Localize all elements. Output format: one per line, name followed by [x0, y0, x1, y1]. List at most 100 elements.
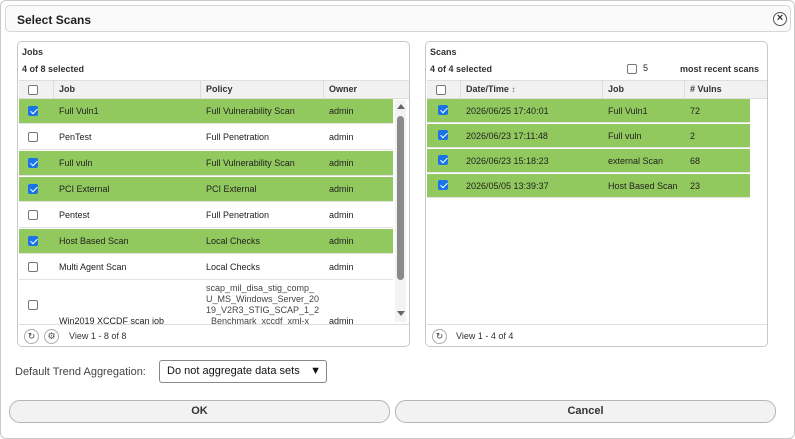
scans-pager-text: View 1 - 4 of 4: [456, 331, 514, 341]
scans-panel-title: Scans: [430, 47, 457, 57]
jobs-header-job[interactable]: Job: [54, 81, 201, 98]
most-recent-count: 5: [643, 63, 649, 73]
row-checkbox[interactable]: [28, 158, 38, 168]
row-checkbox[interactable]: [28, 210, 38, 220]
row-checkbox[interactable]: [28, 184, 38, 194]
row-checkbox[interactable]: [438, 130, 448, 140]
scan-job: Full Vuln1: [608, 106, 648, 116]
job-owner: admin: [329, 262, 354, 272]
settings-icon[interactable]: ⚙: [44, 329, 59, 344]
jobs-panel: Jobs 4 of 8 selected Job Policy Owner Fu…: [17, 41, 410, 347]
cancel-button[interactable]: Cancel: [395, 400, 776, 423]
refresh-icon[interactable]: ↻: [432, 329, 447, 344]
job-name: PCI External: [59, 184, 110, 194]
table-row[interactable]: Pentest Full Penetration admin: [19, 203, 393, 228]
job-owner: admin: [329, 236, 354, 246]
job-policy: Full Penetration: [206, 210, 270, 220]
scans-header-datetime[interactable]: Date/Time ↕: [461, 81, 603, 98]
dialog-title: Select Scans: [17, 13, 92, 27]
job-policy: Full Penetration: [206, 132, 270, 142]
job-owner: admin: [329, 106, 354, 116]
job-policy: Local Checks: [206, 236, 261, 246]
table-row[interactable]: PCI External PCI External admin: [19, 177, 393, 202]
job-policy: Full Vulnerability Scan: [206, 106, 295, 116]
table-row[interactable]: 2026/05/05 13:39:37 Host Based Scan 23: [427, 174, 750, 198]
most-recent-checkbox[interactable]: [627, 64, 637, 74]
scans-header-vulns[interactable]: # Vulns: [685, 81, 767, 98]
jobs-checkbox-column: [19, 81, 54, 98]
job-policy: Local Checks: [206, 262, 261, 272]
job-policy: Full Vulnerability Scan: [206, 158, 295, 168]
jobs-pager: ↻ ⚙ View 1 - 8 of 8: [19, 324, 409, 346]
scroll-down-icon[interactable]: [397, 311, 405, 316]
job-name: Pentest: [59, 210, 90, 220]
ok-button[interactable]: OK: [9, 400, 390, 423]
jobs-selected-count: 4 of 8 selected: [22, 64, 85, 74]
scroll-up-icon[interactable]: [397, 104, 405, 109]
row-checkbox[interactable]: [438, 155, 448, 165]
scan-datetime: 2026/05/05 13:39:37: [466, 181, 549, 191]
table-row[interactable]: Full Vuln1 Full Vulnerability Scan admin: [19, 99, 393, 124]
job-name: Full Vuln1: [59, 106, 99, 116]
scan-job: external Scan: [608, 156, 664, 166]
scan-vulns: 68: [690, 156, 701, 166]
scan-datetime: 2026/06/23 15:18:23: [466, 156, 549, 166]
scan-vulns: 2: [690, 131, 696, 141]
sort-icon[interactable]: ↕: [511, 85, 515, 94]
refresh-icon[interactable]: ↻: [24, 329, 39, 344]
scan-datetime: 2026/06/25 17:40:01: [466, 106, 549, 116]
job-policy: PCI External: [206, 184, 257, 194]
row-checkbox[interactable]: [28, 132, 38, 142]
table-row[interactable]: Win2019 XCCDF scan job scap_mil_disa_stig…: [19, 281, 393, 330]
row-checkbox[interactable]: [438, 105, 448, 115]
table-row[interactable]: 2026/06/25 17:40:01 Full Vuln1 72: [427, 99, 750, 123]
chevron-down-icon: ▼: [310, 365, 321, 377]
scans-grid-header: Date/Time ↕ Job # Vulns: [427, 80, 767, 99]
scans-pager: ↻ View 1 - 4 of 4: [427, 324, 767, 346]
close-icon[interactable]: ×: [773, 12, 787, 26]
job-owner: admin: [329, 132, 354, 142]
scan-job: Full vuln: [608, 131, 642, 141]
scan-vulns: 23: [690, 181, 701, 191]
trend-aggregation-select[interactable]: Do not aggregate data sets ▼: [159, 360, 327, 383]
job-name: Full vuln: [59, 158, 93, 168]
table-row[interactable]: Host Based Scan Local Checks admin: [19, 229, 393, 254]
row-checkbox[interactable]: [28, 262, 38, 272]
scan-job: Host Based Scan: [608, 181, 678, 191]
scans-selected-count: 4 of 4 selected: [430, 64, 493, 74]
trend-aggregation-value: Do not aggregate data sets: [167, 365, 300, 377]
job-owner: admin: [329, 158, 354, 168]
job-name: PenTest: [59, 132, 92, 142]
jobs-header-owner[interactable]: Owner: [324, 81, 394, 98]
most-recent-label: most recent scans: [680, 64, 760, 74]
scans-header-datetime-label: Date/Time: [466, 84, 509, 94]
scans-checkbox-column: [427, 81, 461, 98]
scan-datetime: 2026/06/23 17:11:48: [466, 131, 548, 141]
table-row[interactable]: Full vuln Full Vulnerability Scan admin: [19, 151, 393, 176]
jobs-panel-title: Jobs: [22, 47, 44, 57]
scan-vulns: 72: [690, 106, 701, 116]
job-policy: scap_mil_disa_stig_comp_U_MS_Windows_Ser…: [206, 283, 320, 326]
job-owner: admin: [329, 184, 354, 194]
scans-header-job[interactable]: Job: [603, 81, 685, 98]
trend-aggregation-label: Default Trend Aggregation:: [15, 366, 146, 378]
table-row[interactable]: 2026/06/23 17:11:48 Full vuln 2: [427, 124, 750, 148]
jobs-pager-text: View 1 - 8 of 8: [69, 331, 127, 341]
table-row[interactable]: PenTest Full Penetration admin: [19, 125, 393, 150]
jobs-grid-header: Job Policy Owner: [19, 80, 409, 99]
table-row[interactable]: 2026/06/23 15:18:23 external Scan 68: [427, 149, 750, 173]
row-checkbox[interactable]: [28, 300, 38, 310]
select-scans-dialog: Select Scans × Jobs 4 of 8 selected Job …: [0, 0, 795, 439]
job-owner: admin: [329, 210, 354, 220]
scroll-thumb[interactable]: [397, 116, 404, 280]
table-row[interactable]: Multi Agent Scan Local Checks admin: [19, 255, 393, 280]
row-checkbox[interactable]: [438, 180, 448, 190]
jobs-scrollbar[interactable]: [395, 100, 406, 322]
job-name: Multi Agent Scan: [59, 262, 127, 272]
job-name: Host Based Scan: [59, 236, 129, 246]
scans-panel: Scans 4 of 4 selected 5 most recent scan…: [425, 41, 768, 347]
row-checkbox[interactable]: [28, 106, 38, 116]
dialog-header: Select Scans ×: [5, 5, 791, 32]
row-checkbox[interactable]: [28, 236, 38, 246]
jobs-header-policy[interactable]: Policy: [201, 81, 324, 98]
